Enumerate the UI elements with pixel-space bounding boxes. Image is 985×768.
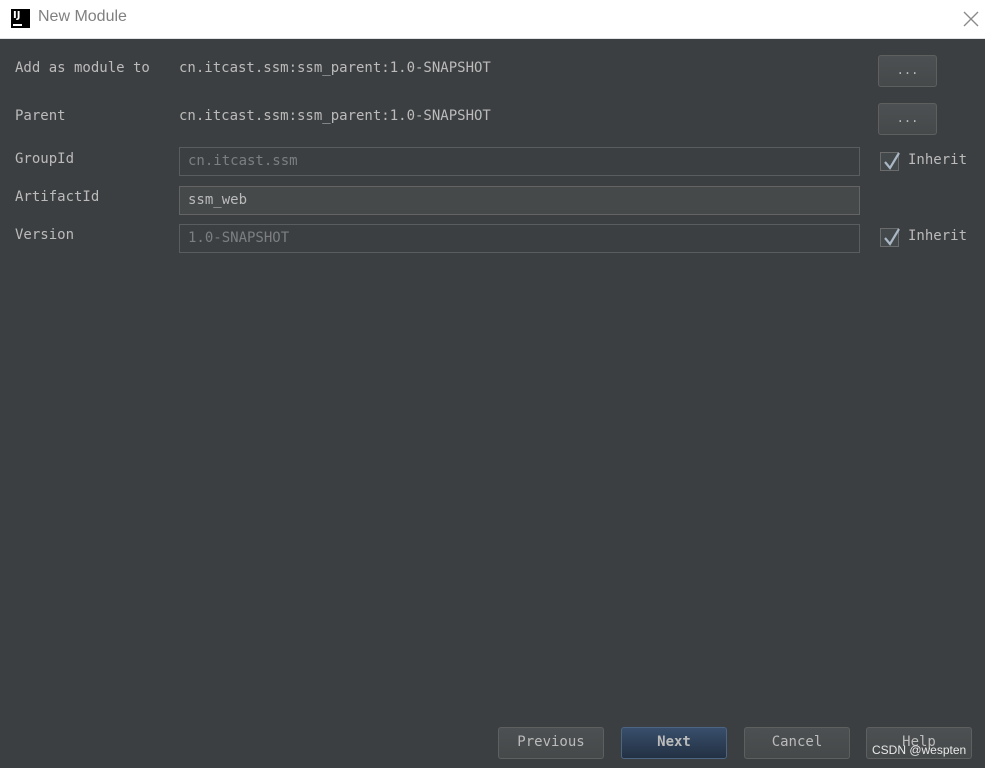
watermark: CSDN @wespten — [872, 743, 967, 757]
previous-button[interactable]: Previous — [498, 727, 604, 759]
artifact-id-label: ArtifactId — [15, 189, 100, 205]
version-field[interactable]: 1.0-SNAPSHOT — [179, 224, 860, 253]
add-as-module-value: cn.itcast.ssm:ssm_parent:1.0-SNAPSHOT — [179, 60, 491, 76]
version-inherit-label: Inherit — [908, 228, 968, 244]
parent-label: Parent — [15, 108, 66, 124]
cancel-button[interactable]: Cancel — [744, 727, 850, 759]
intellij-logo-icon: IJ — [11, 9, 30, 28]
add-as-module-label: Add as module to — [15, 60, 150, 76]
parent-value: cn.itcast.ssm:ssm_parent:1.0-SNAPSHOT — [179, 108, 491, 124]
title-bar: IJ New Module — [0, 0, 985, 39]
add-as-module-browse-button[interactable]: ... — [878, 55, 937, 87]
next-button[interactable]: Next — [621, 727, 727, 759]
group-id-label: GroupId — [15, 151, 75, 167]
version-inherit-checkbox[interactable] — [880, 228, 900, 247]
version-label: Version — [15, 227, 75, 243]
close-icon[interactable] — [961, 9, 981, 29]
window-title: New Module — [38, 8, 127, 25]
group-id-inherit-label: Inherit — [908, 152, 968, 168]
group-id-inherit-checkbox[interactable] — [880, 152, 900, 171]
check-icon — [884, 228, 900, 246]
group-id-field[interactable]: cn.itcast.ssm — [179, 147, 860, 176]
check-icon — [884, 152, 900, 170]
parent-browse-button[interactable]: ... — [878, 103, 937, 135]
artifact-id-field[interactable]: ssm_web — [179, 186, 860, 215]
